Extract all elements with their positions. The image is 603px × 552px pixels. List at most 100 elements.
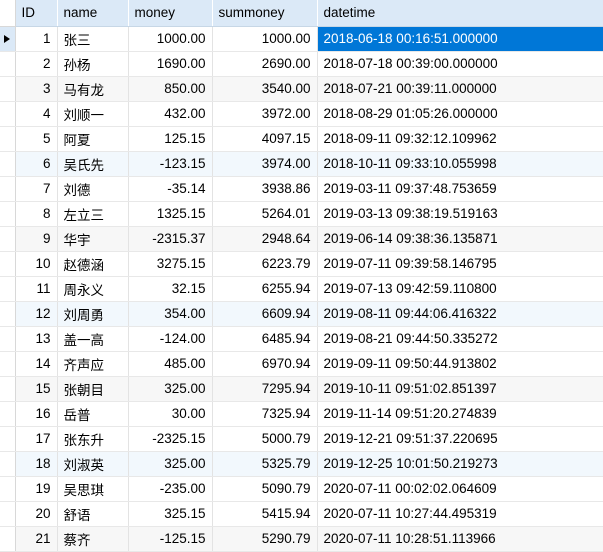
cell-datetime[interactable]: 2018-10-11 09:33:10.055998 bbox=[317, 151, 603, 177]
table-row[interactable]: 20 舒语 325.15 5415.94 2020-07-11 10:27:44.495… bbox=[0, 501, 603, 527]
cell-id[interactable]: 16 bbox=[15, 401, 58, 427]
table-row[interactable]: 1 张三 1000.00 1000.00 2018-06-18 00:16:51.000… bbox=[0, 26, 603, 52]
cell-money[interactable]: 485.00 bbox=[128, 351, 213, 377]
cell-summoney[interactable]: 6485.94 bbox=[212, 326, 318, 352]
row-selector-cell[interactable] bbox=[0, 351, 16, 377]
column-header-money[interactable]: money bbox=[128, 0, 213, 27]
cell-money[interactable]: 325.15 bbox=[128, 501, 213, 527]
cell-datetime[interactable]: 2020-07-11 00:02:02.064609 bbox=[317, 476, 603, 502]
cell-money[interactable]: 1325.15 bbox=[128, 201, 213, 227]
cell-name[interactable]: 赵德涵 bbox=[57, 251, 129, 277]
cell-summoney[interactable]: 6970.94 bbox=[212, 351, 318, 377]
cell-summoney[interactable]: 4097.15 bbox=[212, 126, 318, 152]
cell-datetime[interactable]: 2019-10-11 09:51:02.851397 bbox=[317, 376, 603, 402]
row-selector-cell[interactable] bbox=[0, 301, 16, 327]
cell-money[interactable]: -2315.37 bbox=[128, 226, 213, 252]
cell-name[interactable]: 周永义 bbox=[57, 276, 129, 302]
cell-summoney[interactable]: 5415.94 bbox=[212, 501, 318, 527]
table-row[interactable]: 18 刘淑英 325.00 5325.79 2019-12-25 10:01:50.21… bbox=[0, 451, 603, 477]
table-row[interactable]: 21 蔡齐 -125.15 5290.79 2020-07-11 10:28:51.11… bbox=[0, 526, 603, 552]
cell-name[interactable]: 刘周勇 bbox=[57, 301, 129, 327]
cell-id[interactable]: 4 bbox=[15, 101, 58, 127]
cell-summoney[interactable]: 2948.64 bbox=[212, 226, 318, 252]
cell-datetime[interactable]: 2019-07-11 09:39:58.146795 bbox=[317, 251, 603, 277]
row-selector-cell[interactable] bbox=[0, 176, 16, 202]
cell-datetime[interactable]: 2020-07-11 10:27:44.495319 bbox=[317, 501, 603, 527]
row-selector-cell[interactable] bbox=[0, 26, 16, 52]
table-row[interactable]: 8 左立三 1325.15 5264.01 2019-03-13 09:38:19.51… bbox=[0, 201, 603, 227]
cell-summoney[interactable]: 5090.79 bbox=[212, 476, 318, 502]
row-selector-cell[interactable] bbox=[0, 476, 16, 502]
cell-datetime[interactable]: 2019-11-14 09:51:20.274839 bbox=[317, 401, 603, 427]
cell-money[interactable]: 354.00 bbox=[128, 301, 213, 327]
cell-datetime[interactable]: 2019-09-11 09:50:44.913802 bbox=[317, 351, 603, 377]
cell-datetime[interactable]: 2019-07-13 09:42:59.110800 bbox=[317, 276, 603, 302]
table-row[interactable]: 6 吴氏先 -123.15 3974.00 2018-10-11 09:33:10.05… bbox=[0, 151, 603, 177]
cell-summoney[interactable]: 5264.01 bbox=[212, 201, 318, 227]
row-selector-cell[interactable] bbox=[0, 251, 16, 277]
cell-name[interactable]: 齐声应 bbox=[57, 351, 129, 377]
cell-summoney[interactable]: 7295.94 bbox=[212, 376, 318, 402]
cell-datetime[interactable]: 2019-12-25 10:01:50.219273 bbox=[317, 451, 603, 477]
cell-money[interactable]: -235.00 bbox=[128, 476, 213, 502]
cell-id[interactable]: 18 bbox=[15, 451, 58, 477]
cell-id[interactable]: 21 bbox=[15, 526, 58, 552]
table-row[interactable]: 9 华宇 -2315.37 2948.64 2019-06-14 09:38:36.13… bbox=[0, 226, 603, 252]
cell-money[interactable]: 3275.15 bbox=[128, 251, 213, 277]
cell-datetime[interactable]: 2020-07-11 10:28:51.113966 bbox=[317, 526, 603, 552]
row-selector-cell[interactable] bbox=[0, 101, 16, 127]
cell-id[interactable]: 5 bbox=[15, 126, 58, 152]
cell-datetime[interactable]: 2018-09-11 09:32:12.109962 bbox=[317, 126, 603, 152]
row-selector-cell[interactable] bbox=[0, 401, 16, 427]
row-selector-cell[interactable] bbox=[0, 451, 16, 477]
column-header-id[interactable]: ID bbox=[15, 0, 58, 27]
cell-summoney[interactable]: 7325.94 bbox=[212, 401, 318, 427]
cell-datetime[interactable]: 2018-06-18 00:16:51.000000 bbox=[317, 26, 603, 52]
cell-summoney[interactable]: 6255.94 bbox=[212, 276, 318, 302]
cell-summoney[interactable]: 5000.79 bbox=[212, 426, 318, 452]
cell-id[interactable]: 6 bbox=[15, 151, 58, 177]
cell-summoney[interactable]: 3938.86 bbox=[212, 176, 318, 202]
cell-datetime[interactable]: 2019-03-13 09:38:19.519163 bbox=[317, 201, 603, 227]
cell-money[interactable]: 850.00 bbox=[128, 76, 213, 102]
row-selector-cell[interactable] bbox=[0, 76, 16, 102]
cell-name[interactable]: 张东升 bbox=[57, 426, 129, 452]
cell-money[interactable]: -35.14 bbox=[128, 176, 213, 202]
cell-datetime[interactable]: 2019-08-11 09:44:06.416322 bbox=[317, 301, 603, 327]
cell-datetime[interactable]: 2018-07-21 00:39:11.000000 bbox=[317, 76, 603, 102]
table-row[interactable]: 19 吴思琪 -235.00 5090.79 2020-07-11 00:02:02.0… bbox=[0, 476, 603, 502]
cell-id[interactable]: 1 bbox=[15, 26, 58, 52]
cell-money[interactable]: -2325.15 bbox=[128, 426, 213, 452]
cell-name[interactable]: 张朝目 bbox=[57, 376, 129, 402]
cell-id[interactable]: 19 bbox=[15, 476, 58, 502]
cell-summoney[interactable]: 6609.94 bbox=[212, 301, 318, 327]
table-row[interactable]: 13 盖一高 -124.00 6485.94 2019-08-21 09:44:50.3… bbox=[0, 326, 603, 352]
row-selector-cell[interactable] bbox=[0, 501, 16, 527]
cell-id[interactable]: 13 bbox=[15, 326, 58, 352]
cell-name[interactable]: 刘淑英 bbox=[57, 451, 129, 477]
cell-datetime[interactable]: 2019-08-21 09:44:50.335272 bbox=[317, 326, 603, 352]
cell-money[interactable]: -124.00 bbox=[128, 326, 213, 352]
cell-name[interactable]: 盖一高 bbox=[57, 326, 129, 352]
cell-summoney[interactable]: 3974.00 bbox=[212, 151, 318, 177]
table-row[interactable]: 14 齐声应 485.00 6970.94 2019-09-11 09:50:44.91… bbox=[0, 351, 603, 377]
cell-summoney[interactable]: 3972.00 bbox=[212, 101, 318, 127]
cell-name[interactable]: 孙杨 bbox=[57, 51, 129, 77]
cell-summoney[interactable]: 3540.00 bbox=[212, 76, 318, 102]
cell-money[interactable]: 432.00 bbox=[128, 101, 213, 127]
cell-id[interactable]: 8 bbox=[15, 201, 58, 227]
cell-summoney[interactable]: 1000.00 bbox=[212, 26, 318, 52]
table-row[interactable]: 3 马有龙 850.00 3540.00 2018-07-21 00:39:11.000… bbox=[0, 76, 603, 102]
cell-name[interactable]: 左立三 bbox=[57, 201, 129, 227]
row-selector-cell[interactable] bbox=[0, 276, 16, 302]
cell-money[interactable]: -125.15 bbox=[128, 526, 213, 552]
cell-id[interactable]: 17 bbox=[15, 426, 58, 452]
row-selector-cell[interactable] bbox=[0, 151, 16, 177]
row-selector-cell[interactable] bbox=[0, 326, 16, 352]
cell-id[interactable]: 3 bbox=[15, 76, 58, 102]
cell-datetime[interactable]: 2018-08-29 01:05:26.000000 bbox=[317, 101, 603, 127]
cell-id[interactable]: 14 bbox=[15, 351, 58, 377]
cell-id[interactable]: 10 bbox=[15, 251, 58, 277]
cell-id[interactable]: 20 bbox=[15, 501, 58, 527]
row-selector-cell[interactable] bbox=[0, 526, 16, 552]
